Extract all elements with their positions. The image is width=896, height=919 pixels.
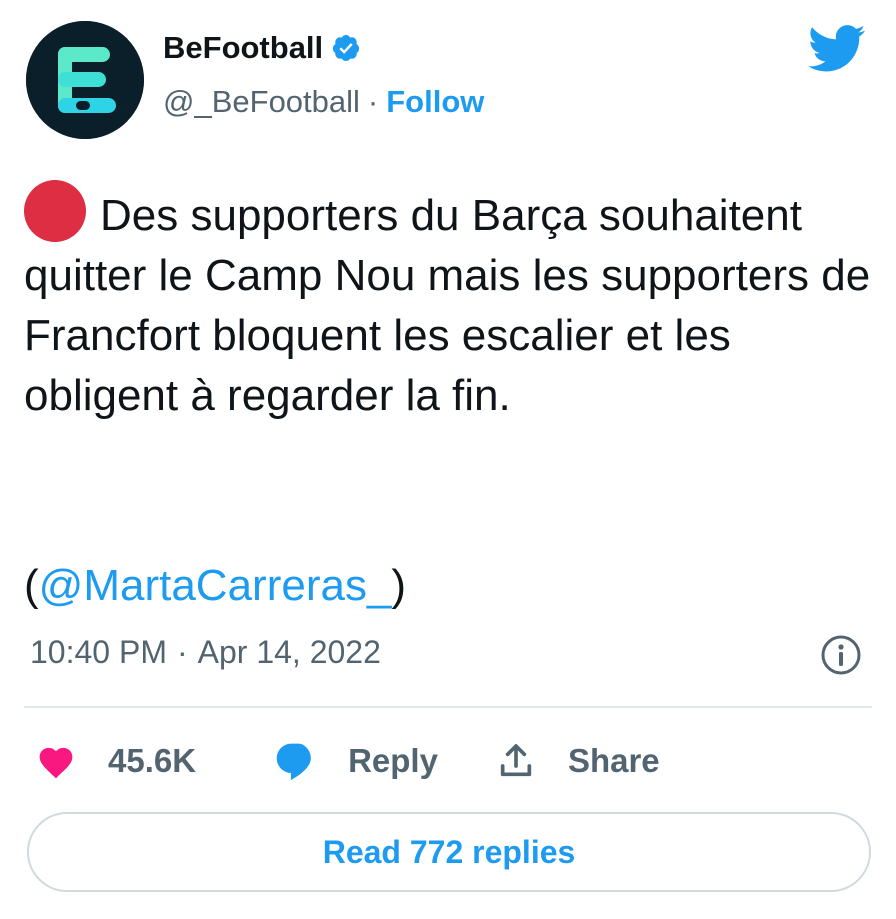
red-circle-emoji bbox=[24, 180, 86, 242]
handle[interactable]: @_BeFootball bbox=[163, 84, 360, 120]
divider bbox=[24, 706, 872, 708]
read-replies-button[interactable]: Read 772 replies bbox=[27, 812, 871, 892]
like-button[interactable]: 45.6K bbox=[36, 742, 196, 780]
avatar[interactable] bbox=[26, 21, 144, 139]
mention-line: (@MartaCarreras_) bbox=[24, 556, 406, 616]
display-name[interactable]: BeFootball bbox=[163, 30, 323, 66]
mention-open-paren: ( bbox=[24, 561, 39, 610]
mention-link[interactable]: @MartaCarreras_ bbox=[39, 561, 392, 610]
heart-icon bbox=[39, 747, 73, 779]
tweet-body: Des supporters du Barça souhaitent quitt… bbox=[24, 191, 871, 420]
action-bar: 45.6K Reply Share bbox=[36, 736, 660, 786]
tweet-text: Des supporters du Barça souhaitent quitt… bbox=[24, 180, 874, 426]
share-arrow-icon bbox=[500, 744, 532, 777]
tweet-date: Apr 14, 2022 bbox=[197, 634, 381, 670]
separator: · bbox=[367, 84, 379, 119]
like-count: 45.6K bbox=[108, 742, 197, 779]
name-row: BeFootball bbox=[163, 30, 361, 66]
mention-close-paren: ) bbox=[391, 561, 407, 610]
reply-label: Reply bbox=[348, 742, 438, 779]
follow-button[interactable]: Follow bbox=[386, 84, 484, 120]
twitter-bird-icon[interactable] bbox=[808, 24, 866, 74]
reply-button[interactable]: Reply bbox=[274, 741, 438, 781]
speech-bubble-icon bbox=[276, 743, 311, 781]
share-button[interactable]: Share bbox=[496, 741, 660, 781]
timestamp-separator: · bbox=[176, 634, 188, 670]
tweet-time: 10:40 PM bbox=[30, 634, 167, 670]
verified-badge-icon bbox=[333, 35, 360, 61]
tweet-card: BeFootball @_BeFootball · Follow Des sup… bbox=[0, 0, 896, 919]
share-label: Share bbox=[567, 742, 660, 779]
timestamp[interactable]: 10:40 PM · Apr 14, 2022 bbox=[30, 634, 381, 671]
handle-row: @_BeFootball · Follow bbox=[163, 84, 484, 120]
befootball-logo-icon bbox=[26, 21, 144, 139]
info-icon[interactable] bbox=[820, 634, 862, 676]
